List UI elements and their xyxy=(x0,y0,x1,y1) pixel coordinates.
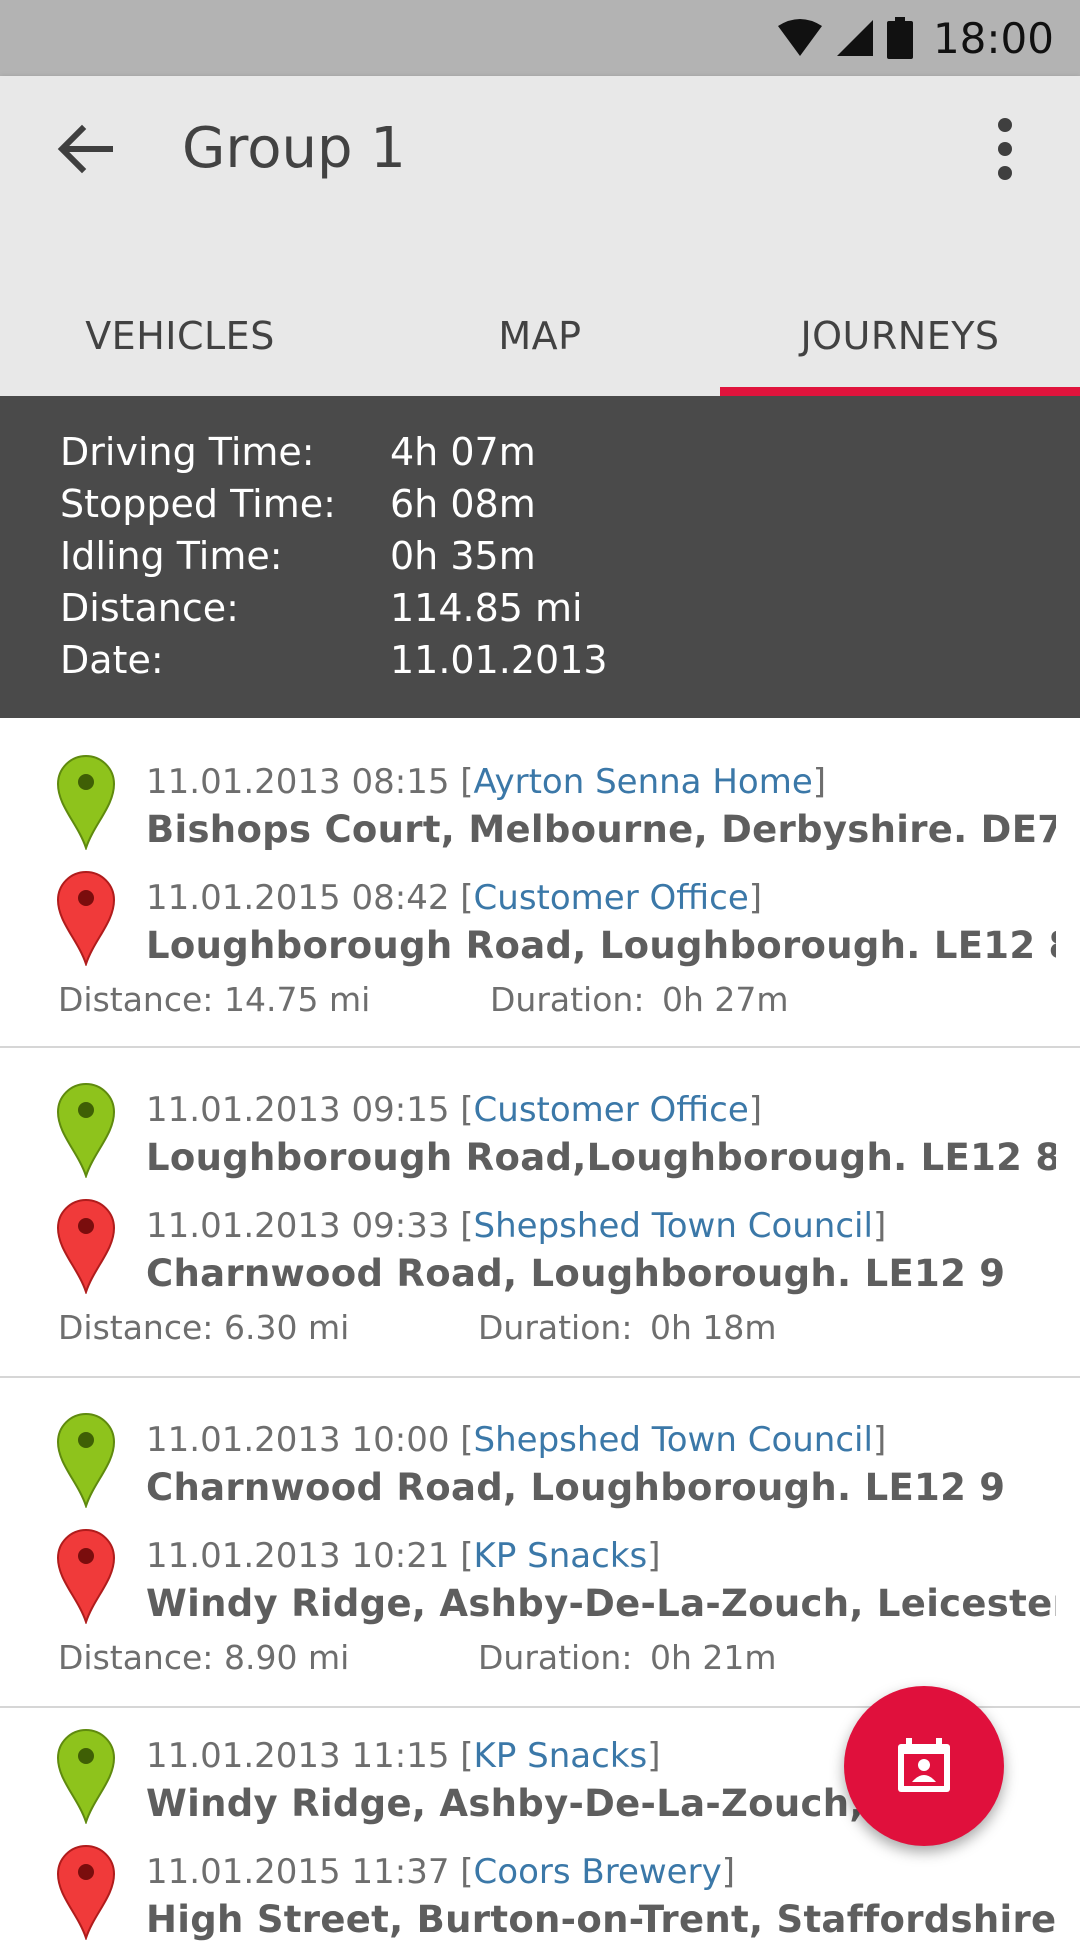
journey-card[interactable]: 11.01.2013 10:00 [Shepshed Town Council]… xyxy=(0,1378,1080,1708)
close-bracket: ] xyxy=(647,1736,661,1776)
summary-label: Date: xyxy=(60,638,164,682)
red-pin-icon xyxy=(56,871,116,966)
end-datetime-line: 11.01.2015 11:37 [Coors Brewery] xyxy=(146,1852,735,1892)
end-datetime: 11.01.2015 08:42 [ xyxy=(146,878,474,918)
back-button[interactable] xyxy=(52,116,118,182)
summary-label: Distance: xyxy=(60,586,239,630)
journey-start: 11.01.2013 09:15 [Customer Office] Lough… xyxy=(0,1082,1080,1192)
duration-label: Duration: xyxy=(478,1638,633,1677)
start-place-link[interactable]: Ayrton Senna Home xyxy=(474,762,813,802)
close-bracket: ] xyxy=(872,1420,887,1460)
more-vert-icon xyxy=(998,118,1012,180)
status-bar: 18:00 xyxy=(0,0,1080,76)
end-place-link[interactable]: KP Snacks xyxy=(474,1536,648,1576)
start-datetime-line: 11.01.2013 09:15 [Customer Office] xyxy=(146,1090,762,1130)
journey-card[interactable]: 11.01.2013 09:15 [Customer Office] Lough… xyxy=(0,1048,1080,1378)
end-datetime: 11.01.2013 10:21 [ xyxy=(146,1536,474,1576)
duration-label: Duration: xyxy=(490,980,645,1019)
start-place-link[interactable]: KP Snacks xyxy=(474,1736,648,1776)
duration-value: 0h 18m xyxy=(650,1308,777,1347)
overflow-menu-button[interactable] xyxy=(990,116,1020,182)
green-pin-icon xyxy=(56,1083,116,1178)
journey-start: 11.01.2013 10:00 [Shepshed Town Council]… xyxy=(0,1412,1080,1522)
summary-value: 11.01.2013 xyxy=(390,638,608,682)
tab-journeys[interactable]: JOURNEYS xyxy=(720,276,1080,396)
app-bar: Group 1 VEHICLES MAP JOURNEYS xyxy=(0,76,1080,396)
duration-value: 0h 27m xyxy=(662,980,789,1019)
end-address: Windy Ridge, Ashby-De-La-Zouch, Leiceste… xyxy=(146,1582,1056,1625)
journey-card[interactable]: 11.01.2013 08:15 [Ayrton Senna Home] Bis… xyxy=(0,718,1080,1048)
tab-bar: VEHICLES MAP JOURNEYS xyxy=(0,276,1080,396)
start-datetime: 11.01.2013 10:00 [ xyxy=(146,1420,474,1460)
journey-end: 11.01.2015 11:37 [Coors Brewery] High St… xyxy=(0,1844,1080,1954)
status-icons: 18:00 xyxy=(777,0,1054,76)
journey-summary: Driving Time: 4h 07m Stopped Time: 6h 08… xyxy=(0,396,1080,718)
red-pin-icon xyxy=(56,1199,116,1294)
tab-map[interactable]: MAP xyxy=(360,276,720,396)
wifi-icon xyxy=(777,19,822,56)
distance-label: Distance: xyxy=(58,1638,214,1677)
distance-value: 8.90 mi xyxy=(224,1638,350,1677)
red-pin-icon xyxy=(56,1845,116,1940)
start-place-link[interactable]: Shepshed Town Council xyxy=(474,1420,873,1460)
signal-icon xyxy=(836,20,873,56)
duration-label: Duration: xyxy=(478,1308,633,1347)
start-place-link[interactable]: Customer Office xyxy=(474,1090,749,1130)
distance-value: 14.75 mi xyxy=(224,980,371,1019)
calendar-person-icon xyxy=(898,1738,950,1792)
summary-value: 114.85 mi xyxy=(390,586,583,630)
end-place-link[interactable]: Shepshed Town Council xyxy=(474,1206,873,1246)
summary-label: Driving Time: xyxy=(60,430,315,474)
end-place-link[interactable]: Customer Office xyxy=(474,878,749,918)
close-bracket: ] xyxy=(647,1536,661,1576)
journey-end: 11.01.2013 10:21 [KP Snacks] Windy Ridge… xyxy=(0,1528,1080,1638)
end-datetime-line: 11.01.2013 10:21 [KP Snacks] xyxy=(146,1536,660,1576)
distance-label: Distance: xyxy=(58,980,214,1019)
start-address: Loughborough Road,Loughborough. LE12 8 xyxy=(146,1136,1056,1179)
close-bracket: ] xyxy=(872,1206,887,1246)
battery-icon xyxy=(886,17,913,59)
start-datetime: 11.01.2013 11:15 [ xyxy=(146,1736,474,1776)
summary-label: Idling Time: xyxy=(60,534,283,578)
distance-label: Distance: xyxy=(58,1308,214,1347)
end-datetime: 11.01.2015 11:37 [ xyxy=(146,1852,474,1892)
end-address: Charnwood Road, Loughborough. LE12 9 xyxy=(146,1252,1006,1295)
close-bracket: ] xyxy=(748,1090,763,1130)
green-pin-icon xyxy=(56,1729,116,1824)
end-datetime-line: 11.01.2013 09:33 [Shepshed Town Council] xyxy=(146,1206,886,1246)
summary-label: Stopped Time: xyxy=(60,482,336,526)
close-bracket: ] xyxy=(748,878,763,918)
arrow-back-icon xyxy=(57,124,113,174)
red-pin-icon xyxy=(56,1529,116,1624)
green-pin-icon xyxy=(56,755,116,850)
green-pin-icon xyxy=(56,1413,116,1508)
end-place-link[interactable]: Coors Brewery xyxy=(474,1852,722,1892)
start-datetime-line: 11.01.2013 11:15 [KP Snacks] xyxy=(146,1736,660,1776)
calendar-fab-button[interactable] xyxy=(844,1686,1004,1846)
close-bracket: ] xyxy=(812,762,826,802)
clock: 18:00 xyxy=(932,13,1054,63)
start-datetime: 11.01.2013 09:15 [ xyxy=(146,1090,474,1130)
page-title: Group 1 xyxy=(182,116,406,181)
tab-vehicles[interactable]: VEHICLES xyxy=(0,276,360,396)
summary-value: 6h 08m xyxy=(390,482,536,526)
start-address: Bishops Court, Melbourne, Derbyshire. DE… xyxy=(146,808,1056,851)
duration-value: 0h 21m xyxy=(650,1638,777,1677)
journey-end: 11.01.2013 09:33 [Shepshed Town Council]… xyxy=(0,1198,1080,1308)
close-bracket: ] xyxy=(721,1852,735,1892)
distance-value: 6.30 mi xyxy=(224,1308,350,1347)
start-datetime-line: 11.01.2013 10:00 [Shepshed Town Council] xyxy=(146,1420,886,1460)
start-address: Windy Ridge, Ashby-De-La-Zouch, Leic xyxy=(146,1782,962,1825)
summary-value: 0h 35m xyxy=(390,534,536,578)
start-datetime: 11.01.2013 08:15 [ xyxy=(146,762,474,802)
end-datetime: 11.01.2013 09:33 [ xyxy=(146,1206,474,1246)
end-datetime-line: 11.01.2015 08:42 [Customer Office] xyxy=(146,878,762,918)
journey-end: 11.01.2015 08:42 [Customer Office] Lough… xyxy=(0,870,1080,980)
end-address: Loughborough Road, Loughborough. LE12 8 xyxy=(146,924,1056,967)
start-datetime-line: 11.01.2013 08:15 [Ayrton Senna Home] xyxy=(146,762,826,802)
start-address: Charnwood Road, Loughborough. LE12 9 xyxy=(146,1466,1006,1509)
summary-value: 4h 07m xyxy=(390,430,536,474)
journey-start: 11.01.2013 08:15 [Ayrton Senna Home] Bis… xyxy=(0,754,1080,864)
